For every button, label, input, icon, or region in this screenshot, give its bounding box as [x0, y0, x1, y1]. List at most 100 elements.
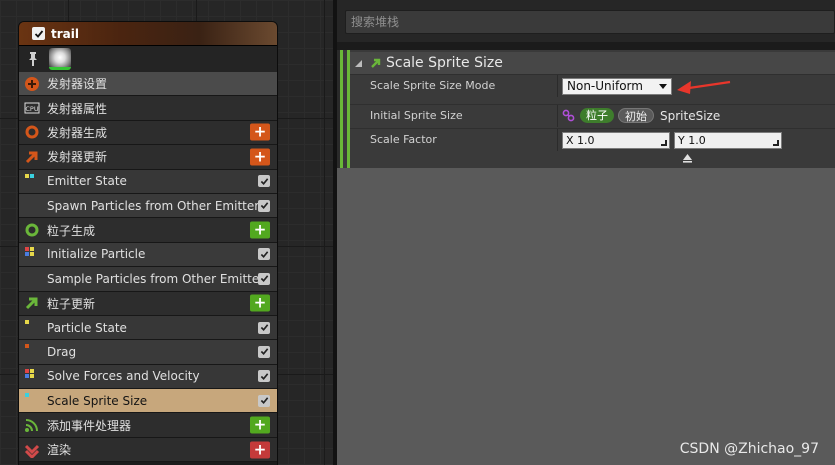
- module-enable-checkbox[interactable]: [258, 199, 270, 212]
- stack-row[interactable]: Emitter State: [19, 169, 277, 194]
- scale-factor-x-input[interactable]: X 1.0: [562, 132, 670, 149]
- namespace-tag-initial: 初始: [618, 108, 654, 123]
- add-module-button[interactable]: +: [250, 221, 270, 239]
- stack-row-label: 发射器属性: [47, 101, 108, 116]
- resize-corner-icon: [773, 140, 779, 146]
- module-accent-bar: [340, 50, 343, 168]
- namespace-tag-particles: 粒子: [580, 108, 614, 123]
- stack-row-label: Emitter State: [47, 174, 127, 189]
- module-enable-checkbox[interactable]: [258, 345, 270, 358]
- module-dot: [25, 173, 29, 178]
- pin-icon[interactable]: [27, 51, 39, 67]
- stack-row[interactable]: Initialize Particle: [19, 242, 277, 268]
- module-dots-icon: [25, 246, 37, 257]
- stack-row[interactable]: 发射器更新 +: [19, 145, 277, 170]
- add-module-button[interactable]: +: [250, 416, 270, 434]
- stack-row[interactable]: Drag: [19, 340, 277, 365]
- emitter-toolbar: [19, 46, 277, 72]
- render-icon: [24, 442, 40, 458]
- module-enable-checkbox[interactable]: [258, 321, 270, 334]
- module-dots-icon: [25, 368, 37, 379]
- module-details: Scale Sprite Size Scale Sprite Size Mode…: [340, 50, 835, 168]
- scale-mode-dropdown[interactable]: Non-Uniform: [562, 78, 672, 95]
- module-dots-icon: [25, 344, 37, 354]
- event-handler-icon: [24, 417, 40, 433]
- resize-corner-icon: [661, 140, 667, 146]
- stack-search-input[interactable]: 搜索堆栈: [345, 10, 835, 34]
- module-dot: [30, 373, 34, 378]
- module-dot: [25, 251, 29, 256]
- linked-value-text: SpriteSize: [660, 108, 721, 123]
- add-module-button[interactable]: +: [250, 441, 270, 459]
- emitter-node-header[interactable]: trail: [19, 22, 277, 46]
- column-divider[interactable]: [557, 104, 558, 127]
- property-label: Scale Factor: [370, 133, 437, 146]
- stack-row[interactable]: 发射器设置: [19, 72, 277, 97]
- emitter-enable-checkbox[interactable]: [32, 27, 45, 40]
- stack-row-label: 添加事件处理器: [47, 418, 132, 433]
- stack-row[interactable]: 发射器生成 +: [19, 120, 277, 146]
- stack-row[interactable]: Particle State: [19, 315, 277, 341]
- module-enable-checkbox[interactable]: [258, 272, 270, 285]
- module-enable-checkbox[interactable]: [258, 370, 270, 383]
- linked-input-value[interactable]: 粒子 初始 SpriteSize: [562, 108, 720, 123]
- module-dot: [25, 319, 29, 324]
- module-enable-checkbox[interactable]: [258, 248, 270, 261]
- svg-text:CPU: CPU: [25, 105, 38, 113]
- add-module-button[interactable]: +: [250, 294, 270, 312]
- stack-row[interactable]: Spawn Particles from Other Emitter: [19, 193, 277, 219]
- cpu-icon: CPU: [24, 100, 40, 116]
- scale-sprite-module-icon: [370, 57, 382, 69]
- chevron-down-icon: [659, 84, 667, 89]
- module-dot: [25, 344, 29, 349]
- module-enable-checkbox[interactable]: [258, 394, 270, 407]
- x-value: X 1.0: [566, 134, 595, 147]
- emitter-node[interactable]: trail 发射器设置 CPU 发射器属性发射器生成 + 发射器更新 + Emitter S…: [18, 21, 278, 465]
- spawn-ring-icon: [24, 124, 40, 140]
- module-dots-icon: [25, 319, 37, 330]
- emitter-title: trail: [51, 26, 79, 41]
- add-module-button[interactable]: +: [250, 123, 270, 141]
- module-dot: [30, 368, 34, 373]
- stack-row[interactable]: 添加事件处理器 +: [19, 413, 277, 438]
- module-enable-checkbox[interactable]: [258, 175, 270, 188]
- property-label: Scale Sprite Size Mode: [370, 79, 496, 92]
- stack-row[interactable]: 粒子生成 +: [19, 218, 277, 243]
- panel-separator: [337, 42, 835, 50]
- module-dot: [25, 246, 29, 251]
- collapse-advanced-icon[interactable]: [682, 153, 693, 163]
- column-divider[interactable]: [557, 74, 558, 97]
- stack-row[interactable]: Solve Forces and Velocity: [19, 364, 277, 390]
- category-header[interactable]: Scale Sprite Size: [350, 52, 835, 74]
- column-divider[interactable]: [557, 128, 558, 151]
- stack-row[interactable]: 粒子更新 +: [19, 291, 277, 316]
- category-title: Scale Sprite Size: [386, 55, 503, 71]
- add-module-button[interactable]: +: [250, 148, 270, 166]
- property-row-scale-factor: Scale Factor X 1.0 Y 1.0: [350, 128, 835, 151]
- stack-row-label: Spawn Particles from Other Emitter: [47, 198, 260, 213]
- stack-row[interactable]: Scale Sprite Size: [19, 389, 277, 414]
- stack-row-label: 粒子生成: [47, 223, 96, 238]
- module-dot: [25, 393, 29, 398]
- particle-spawn-ring-icon: [24, 222, 40, 238]
- stack-row[interactable]: CPU 发射器属性: [19, 96, 277, 121]
- stack-row-label: 发射器设置: [47, 77, 108, 92]
- module-dots-icon: [25, 393, 37, 403]
- update-arrow-icon: [24, 149, 40, 165]
- y-value: Y 1.0: [678, 134, 706, 147]
- details-empty-area: [337, 168, 835, 465]
- stack-row-label: Solve Forces and Velocity: [47, 369, 200, 384]
- module-dots-icon: [25, 173, 37, 184]
- module-dot: [25, 368, 29, 373]
- emitter-preview-thumbnail: [49, 48, 71, 70]
- stack-row[interactable]: Sample Particles from Other Emitter: [19, 267, 277, 292]
- watermark: CSDN @Zhichao_97: [679, 441, 819, 457]
- link-icon[interactable]: [562, 109, 575, 122]
- collapse-triangle-icon[interactable]: [354, 59, 363, 68]
- annotation-arrow-icon: [675, 77, 735, 100]
- stack-row-label: Sample Particles from Other Emitter: [47, 271, 265, 286]
- scale-factor-y-input[interactable]: Y 1.0: [674, 132, 782, 149]
- stack-row-label: 渲染: [47, 443, 72, 458]
- dropdown-value: Non-Uniform: [567, 79, 643, 93]
- stack-row[interactable]: 渲染 +: [19, 437, 277, 463]
